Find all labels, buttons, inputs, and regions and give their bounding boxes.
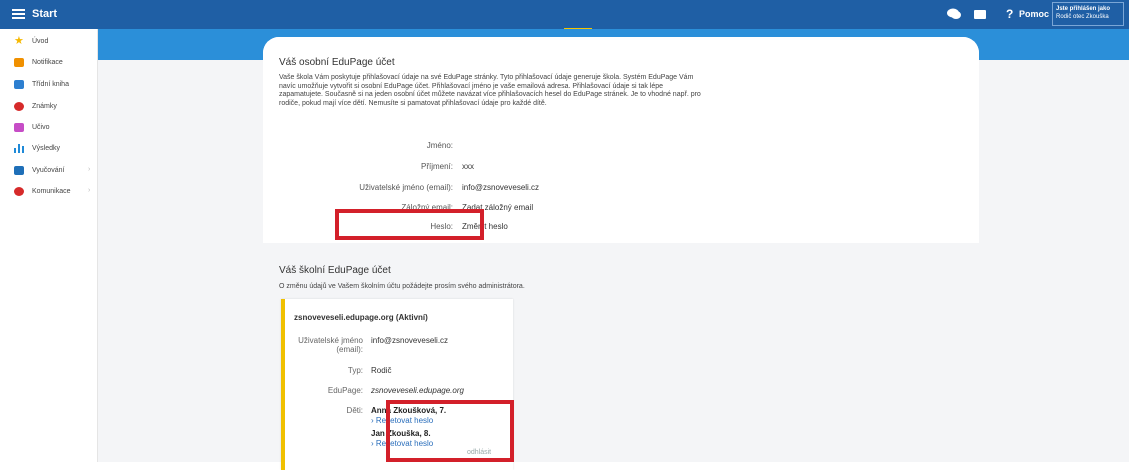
sidebar-item-ucivo[interactable]: Učivo <box>0 120 97 136</box>
school-account-subtitle: O změnu údajů ve Vašem školním účtu požá… <box>279 283 525 290</box>
login-user: Rodič otec Zkouška <box>1056 14 1109 20</box>
chat-icon[interactable] <box>947 8 961 20</box>
backup-email-row: Záložný email: <box>263 203 453 213</box>
communication-icon <box>14 187 24 196</box>
sidebar-item-label: Komunikace <box>32 188 71 195</box>
message-icon[interactable] <box>974 10 986 19</box>
edupage-value: zsnoveveseli.edupage.org <box>371 386 464 395</box>
children-label: Děti: <box>346 406 363 415</box>
school-account-name: zsnoveveseli.edupage.org (Aktivní) <box>294 313 428 322</box>
sidebar-item-vysledky[interactable]: Výsledky <box>0 141 97 157</box>
backup-email-label: Záložný email: <box>401 203 453 212</box>
hamburger-menu-icon[interactable] <box>12 9 25 19</box>
sidebar-item-label: Vyučování <box>32 167 65 174</box>
school-username-label-line1: Uživatelské jméno <box>298 336 363 345</box>
username-value: info@zsnoveveseli.cz <box>462 183 540 192</box>
chevron-right-icon: › <box>88 187 91 194</box>
user-login-box[interactable]: Jste přihlášen jako Rodič otec Zkouška <box>1052 2 1124 26</box>
school-account-title: Váš školní EduPage účet <box>279 265 391 276</box>
child-name: Anna Zkoušková, 7. <box>371 406 447 415</box>
personal-account-title: Váš osobní EduPage účet <box>279 57 395 68</box>
sidebar-item-label: Třídní kniha <box>32 81 69 88</box>
sidebar: ★ Úvod Notifikace Třídní kniha Známky Uč… <box>0 29 98 462</box>
book-icon <box>14 80 24 89</box>
school-username-label: Uživatelské jméno (email): <box>298 336 363 354</box>
sidebar-item-znamky[interactable]: Známky <box>0 99 97 115</box>
sidebar-item-label: Známky <box>32 103 57 110</box>
learning-icon <box>14 123 24 132</box>
change-password-link[interactable]: Změnit heslo <box>462 222 508 231</box>
add-backup-email-link[interactable]: Zadat záložný email <box>462 203 533 212</box>
sidebar-item-label: Úvod <box>32 38 49 45</box>
star-icon: ★ <box>14 35 24 47</box>
first-name-label: Jméno: <box>426 141 453 150</box>
sidebar-item-komunikace[interactable]: Komunikace › <box>0 184 97 200</box>
reset-password-label: Resetovat heslo <box>375 416 434 425</box>
top-bar: Start ? Pomoc Jste přihlášen jako Rodič … <box>0 0 1129 31</box>
sidebar-item-notifikace[interactable]: Notifikace <box>0 55 97 71</box>
reset-password-label: Resetovat heslo <box>375 439 434 448</box>
account-card: Váš osobní EduPage účet Vaše škola Vám p… <box>263 37 979 470</box>
chevron-right-icon: › <box>88 166 91 173</box>
start-label[interactable]: Start <box>32 8 57 20</box>
school-username-label-line2: (email): <box>336 345 363 354</box>
child-name: Jan Zkouška, 8. <box>371 429 431 438</box>
school-account-box: zsnoveveseli.edupage.org (Aktivní) Uživa… <box>281 299 513 470</box>
type-label: Typ: <box>347 366 363 375</box>
edupage-label: EduPage: <box>327 386 363 395</box>
help-label[interactable]: Pomoc <box>1019 9 1049 19</box>
results-icon <box>14 144 24 153</box>
password-row: Heslo: <box>263 222 453 232</box>
last-name-row: Příjmení: <box>263 162 453 172</box>
last-name-value: xxx <box>462 162 474 171</box>
sidebar-item-label: Učivo <box>32 124 50 131</box>
school-username-value: info@zsnoveveseli.cz <box>371 336 449 345</box>
sidebar-item-tridni-kniha[interactable]: Třídní kniha <box>0 77 97 93</box>
logout-link[interactable]: odhlásit <box>467 449 491 456</box>
type-value: Rodič <box>371 366 392 375</box>
sidebar-item-uvod[interactable]: ★ Úvod <box>0 34 97 50</box>
personal-account-intro: Vaše škola Vám poskytuje přihlašovací úd… <box>279 74 701 107</box>
sidebar-item-vyucovani[interactable]: Vyučování › <box>0 163 97 179</box>
first-name-row: Jméno: <box>263 141 453 151</box>
notification-icon <box>14 58 24 67</box>
login-caption: Jste přihlášen jako <box>1056 6 1111 12</box>
username-row: Uživatelské jméno (email): <box>263 183 453 193</box>
username-label: Uživatelské jméno (email): <box>359 183 453 192</box>
reset-password-link[interactable]: › Resetovat heslo <box>371 416 433 425</box>
reset-password-link[interactable]: › Resetovat heslo <box>371 439 433 448</box>
teaching-icon <box>14 166 24 175</box>
sidebar-item-label: Výsledky <box>32 145 61 152</box>
last-name-label: Příjmení: <box>420 162 453 171</box>
sidebar-item-label: Notifikace <box>32 59 63 66</box>
help-icon[interactable]: ? <box>1006 7 1013 21</box>
personal-account-section: Váš osobní EduPage účet Vaše škola Vám p… <box>263 37 979 243</box>
main-area: Váš osobní EduPage účet Vaše škola Vám p… <box>98 29 1129 470</box>
password-label: Heslo: <box>430 222 453 231</box>
grades-icon <box>14 102 24 111</box>
